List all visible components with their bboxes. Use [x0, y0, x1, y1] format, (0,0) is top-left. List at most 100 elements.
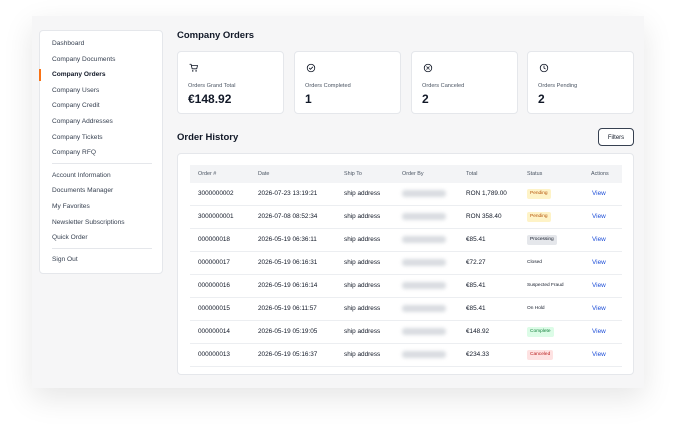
- ship-to: ship address: [344, 328, 381, 335]
- stat-label: Orders Canceled: [422, 83, 465, 89]
- clock-icon: [539, 63, 549, 73]
- column-header-ship-to: Ship To: [344, 171, 362, 177]
- table-row: 3000000002 2026-07-23 13:19:21 ship addres…: [190, 183, 622, 206]
- stat-card-grand-total: Orders Grand Total €148.92: [177, 51, 284, 114]
- order-by-redacted: [402, 213, 446, 220]
- status-badge: Closed: [527, 260, 542, 265]
- stat-card-canceled: Orders Canceled 2: [411, 51, 518, 114]
- sidebar-item-company-orders[interactable]: Company Orders: [52, 70, 106, 80]
- order-date: 2026-05-19 05:16:37: [258, 351, 318, 358]
- order-date: 2026-07-08 08:52:34: [258, 213, 318, 220]
- order-total: €85.41: [466, 282, 486, 289]
- stat-label: Orders Grand Total: [188, 83, 236, 89]
- sidebar-item-my-favorites[interactable]: My Favorites: [52, 202, 90, 212]
- table-row: 000000016 2026-05-19 06:16:14 ship address…: [190, 275, 622, 298]
- account-sidebar: Dashboard Company Documents Company Orde…: [39, 30, 163, 274]
- stat-value: 2: [538, 92, 545, 106]
- view-order-link[interactable]: View: [592, 190, 606, 197]
- order-total: RON 358.40: [466, 213, 502, 220]
- ship-to: ship address: [344, 305, 381, 312]
- order-by-redacted: [402, 328, 446, 335]
- sidebar-item-quick-order[interactable]: Quick Order: [52, 233, 88, 243]
- status-badge: Pending: [527, 212, 551, 222]
- view-order-link[interactable]: View: [592, 328, 606, 335]
- ship-to: ship address: [344, 351, 381, 358]
- sidebar-item-company-tickets[interactable]: Company Tickets: [52, 133, 103, 143]
- order-total: €85.41: [466, 305, 486, 312]
- ship-to: ship address: [344, 190, 381, 197]
- order-by-redacted: [402, 305, 446, 312]
- table-row: 000000015 2026-05-19 06:11:57 ship address…: [190, 298, 622, 321]
- sidebar-item-account-information[interactable]: Account Information: [52, 171, 111, 181]
- ship-to: ship address: [344, 236, 381, 243]
- sidebar-item-documents-manager[interactable]: Documents Manager: [52, 186, 113, 196]
- stat-card-pending: Orders Pending 2: [527, 51, 634, 114]
- status-badge: Suspected Fraud: [527, 283, 564, 288]
- order-number: 000000013: [198, 351, 230, 358]
- cart-icon: [189, 63, 198, 72]
- status-badge: Canceled: [527, 350, 554, 360]
- table-row: 3000000001 2026-07-08 08:52:34 ship addres…: [190, 206, 622, 229]
- sidebar-item-dashboard[interactable]: Dashboard: [52, 39, 84, 49]
- sidebar-divider: [52, 163, 152, 164]
- order-by-redacted: [402, 282, 446, 289]
- order-number: 000000016: [198, 282, 230, 289]
- status-badge: On Hold: [527, 306, 545, 311]
- check-circle-icon: [306, 63, 316, 73]
- order-number: 000000015: [198, 305, 230, 312]
- view-order-link[interactable]: View: [592, 351, 606, 358]
- order-number: 000000014: [198, 328, 230, 335]
- order-date: 2026-05-19 06:16:31: [258, 259, 318, 266]
- sidebar-item-company-credit[interactable]: Company Credit: [52, 101, 100, 111]
- order-by-redacted: [402, 259, 446, 266]
- view-order-link[interactable]: View: [592, 282, 606, 289]
- status-badge: Pending: [527, 189, 551, 199]
- column-header-order: Order #: [198, 171, 217, 177]
- order-number: 3000000001: [198, 213, 234, 220]
- filters-button[interactable]: Filters: [598, 128, 634, 146]
- sidebar-item-company-rfq[interactable]: Company RFQ: [52, 148, 96, 158]
- order-history-title: Order History: [177, 132, 239, 143]
- stat-card-completed: Orders Completed 1: [294, 51, 401, 114]
- column-header-status: Status: [527, 171, 543, 177]
- order-number: 3000000002: [198, 190, 234, 197]
- stat-value: 1: [305, 92, 312, 106]
- active-indicator: [39, 69, 41, 81]
- stat-label: Orders Pending: [538, 83, 578, 89]
- table-row: 000000013 2026-05-19 05:16:37 ship address…: [190, 344, 622, 367]
- order-date: 2026-05-19 06:11:57: [258, 305, 317, 312]
- order-by-redacted: [402, 236, 446, 243]
- sidebar-item-company-addresses[interactable]: Company Addresses: [52, 117, 113, 127]
- status-badge: Processing: [527, 235, 557, 245]
- column-header-order-by: Order By: [402, 171, 424, 177]
- sidebar-item-company-documents[interactable]: Company Documents: [52, 55, 115, 65]
- column-header-actions: Actions: [591, 171, 609, 177]
- sidebar-divider: [52, 248, 152, 249]
- stat-value: €148.92: [188, 92, 232, 106]
- order-total: €234.33: [466, 351, 490, 358]
- page-title: Company Orders: [177, 30, 255, 41]
- order-date: 2026-05-19 06:36:11: [258, 236, 317, 243]
- table-row: 000000017 2026-05-19 06:16:31 ship address…: [190, 252, 622, 275]
- stat-value: 2: [422, 92, 429, 106]
- order-date: 2026-05-19 06:16:14: [258, 282, 318, 289]
- stat-label: Orders Completed: [305, 83, 351, 89]
- sidebar-item-newsletter-subscriptions[interactable]: Newsletter Subscriptions: [52, 218, 125, 228]
- status-badge: Complete: [527, 327, 554, 337]
- view-order-link[interactable]: View: [592, 259, 606, 266]
- order-total: €85.41: [466, 236, 486, 243]
- sidebar-item-company-users[interactable]: Company Users: [52, 86, 99, 96]
- view-order-link[interactable]: View: [592, 213, 606, 220]
- order-date: 2026-05-19 05:19:05: [258, 328, 318, 335]
- x-circle-icon: [423, 63, 433, 73]
- order-by-redacted: [402, 351, 446, 358]
- order-number: 000000017: [198, 259, 230, 266]
- view-order-link[interactable]: View: [592, 305, 606, 312]
- order-total: €148.92: [466, 328, 490, 335]
- sign-out-link[interactable]: Sign Out: [52, 255, 78, 265]
- order-total: €72.27: [466, 259, 486, 266]
- ship-to: ship address: [344, 213, 381, 220]
- table-row: 000000014 2026-05-19 05:19:05 ship address…: [190, 321, 622, 344]
- order-by-redacted: [402, 190, 446, 197]
- view-order-link[interactable]: View: [592, 236, 606, 243]
